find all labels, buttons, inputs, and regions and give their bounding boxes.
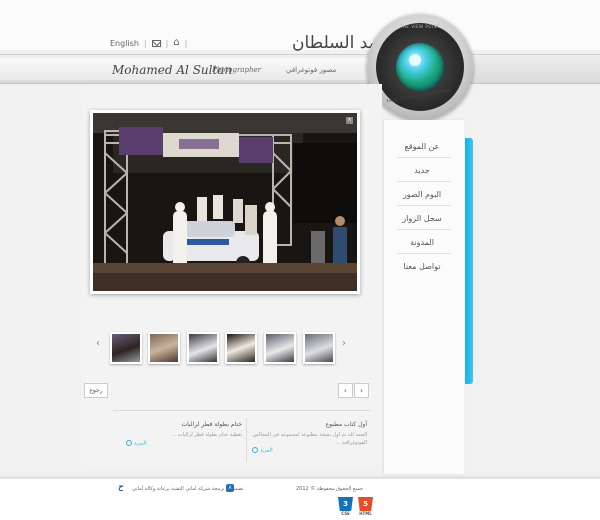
nav-divider — [397, 157, 451, 158]
featured-photo-frame: × — [90, 110, 360, 294]
role-english: Photographer — [212, 66, 261, 74]
nav-item-about[interactable]: عن الموقع — [392, 142, 452, 151]
nav-divider — [397, 229, 451, 230]
pager-next-button[interactable]: › — [354, 383, 369, 398]
home-icon[interactable]: ⌂ — [173, 38, 179, 48]
news-title-right[interactable]: أول كتاب مطبوع — [325, 421, 367, 428]
html5-badge-icon: 5 HTML — [358, 497, 373, 516]
back-button[interactable]: رجوع — [84, 383, 108, 398]
news-column-divider — [246, 418, 247, 462]
thumbnail[interactable] — [264, 332, 296, 364]
html5-label: HTML — [359, 511, 372, 516]
pager-prev-button[interactable]: ‹ — [338, 383, 353, 398]
rally-podium-photo — [93, 113, 357, 291]
role-arabic: مصور فوتوغرافي — [286, 66, 337, 74]
more-label: المزيد — [134, 440, 147, 447]
thumbnails-next-icon[interactable]: › — [342, 338, 346, 349]
css3-badge-icon: 3 CSS — [338, 497, 353, 516]
nav-divider — [397, 181, 451, 182]
news-more-right[interactable]: المزيد — [252, 447, 273, 454]
nav-item-albums[interactable]: البوم الصور — [392, 190, 452, 199]
news-body-left: تغطية ختام بطولة قطر لراليات ... — [171, 432, 243, 438]
news-body-right: الحمد لله تم اول نسخة مطبوعة لمجموعه في … — [252, 432, 367, 446]
sidebar-accent-bar — [465, 138, 473, 384]
nav-divider — [397, 253, 451, 254]
more-icon — [126, 440, 132, 446]
sponsor-logo-icon[interactable]: ح — [118, 482, 130, 492]
camera-lens-logo[interactable]: THE VIEW POINT f=18-55 mm F 1:3.5-5.6 mm — [367, 14, 473, 120]
copyright-text: جميع الحقوق محفوظة © 2012 — [296, 486, 364, 492]
lens-top-text: THE VIEW POINT — [399, 24, 441, 29]
nav-divider — [397, 205, 451, 206]
separator: | — [184, 38, 188, 48]
thumbnail[interactable] — [225, 332, 257, 364]
css3-label: CSS — [341, 511, 350, 516]
featured-photo[interactable]: × — [93, 113, 357, 291]
mail-icon[interactable] — [151, 39, 161, 47]
nav-item-blog[interactable]: المدونة — [392, 238, 452, 247]
thumbnail[interactable] — [187, 332, 219, 364]
thumbnail[interactable] — [303, 332, 335, 364]
thumbnail[interactable] — [110, 332, 142, 364]
css3-shield: 3 — [338, 497, 353, 511]
english-link[interactable]: English — [110, 39, 139, 48]
nav-item-new[interactable]: جديد — [392, 166, 452, 175]
more-icon — [252, 447, 258, 453]
news-divider — [113, 410, 370, 411]
designer-logo-icon[interactable]: A — [226, 484, 234, 492]
separator: | — [165, 38, 169, 48]
thumbnail[interactable] — [148, 332, 180, 364]
photo-close-icon[interactable]: × — [346, 117, 353, 124]
thumbnail-strip: ‹ › — [90, 332, 360, 368]
lens-glass — [396, 43, 444, 91]
separator: | — [143, 38, 147, 48]
top-links: English | | ⌂ | — [110, 38, 187, 48]
thumbnails-prev-icon[interactable]: ‹ — [96, 338, 100, 349]
html5-shield: 5 — [358, 497, 373, 511]
news-more-left[interactable]: المزيد — [126, 440, 147, 447]
news-title-left[interactable]: ختام بطولة قطر لراليات — [181, 421, 242, 428]
nav-item-contact[interactable]: تواصل معنا — [392, 262, 452, 271]
nav-item-guestbook[interactable]: سجل الزوار — [392, 214, 452, 223]
more-label: المزيد — [260, 447, 273, 454]
